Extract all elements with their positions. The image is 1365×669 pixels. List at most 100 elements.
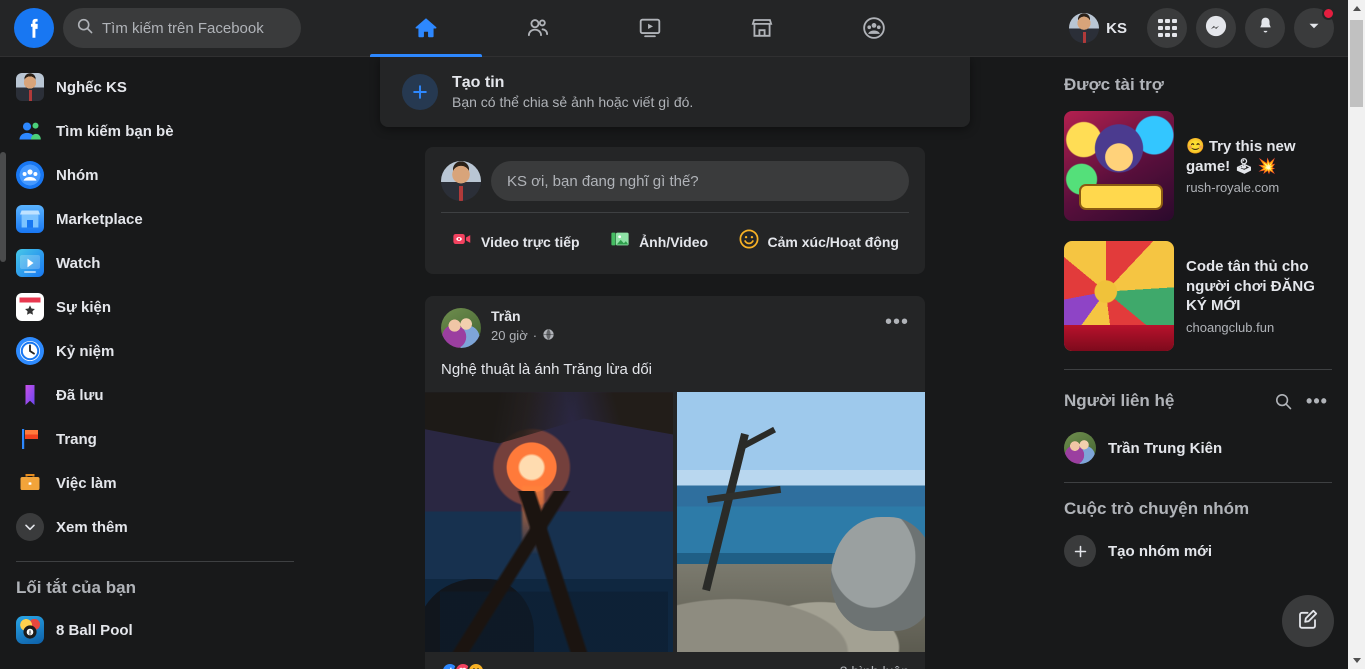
- ad-rush-royale-icon: [1064, 111, 1174, 221]
- photo-driftwood-coast-icon[interactable]: [677, 392, 925, 653]
- sidebar-item-pages[interactable]: Trang: [8, 417, 302, 461]
- sidebar-item-label: Xem thêm: [56, 518, 128, 536]
- primary-nav: [370, 0, 1066, 57]
- live-video-label: Video trực tiếp: [481, 233, 580, 250]
- account-menu-button[interactable]: [1294, 7, 1335, 48]
- contacts-actions: •••: [1268, 386, 1332, 416]
- create-story-subtitle: Bạn có thể chia sẻ ảnh hoặc viết gì đó.: [452, 93, 694, 110]
- sidebar-item-events[interactable]: Sự kiện: [8, 285, 302, 329]
- post-author-avatar[interactable]: [441, 308, 481, 348]
- sidebar-item-see-more[interactable]: Xem thêm: [8, 505, 302, 549]
- friends-icon: [525, 15, 551, 41]
- photo-video-label: Ảnh/Video: [639, 233, 709, 250]
- nav-tab-marketplace[interactable]: [706, 0, 818, 57]
- scrollbar-thumb[interactable]: [1350, 20, 1363, 107]
- more-options-icon[interactable]: •••: [1302, 386, 1332, 416]
- messenger-icon: [1205, 15, 1227, 42]
- sidebar-item-label: Nghếc KS: [56, 78, 127, 96]
- nav-tab-friends[interactable]: [482, 0, 594, 57]
- sidebar-item-memories[interactable]: Kỷ niệm: [8, 329, 302, 373]
- photo-moonrise-ocean-icon[interactable]: [425, 392, 673, 653]
- apps-menu-button[interactable]: [1147, 8, 1187, 48]
- search-placeholder: Tìm kiếm trên Facebook: [102, 19, 264, 37]
- globe-icon: [542, 328, 555, 344]
- composer-input[interactable]: KS ơi, bạn đang nghĩ gì thế?: [491, 161, 909, 201]
- scroll-down-arrow-icon[interactable]: [1348, 652, 1365, 669]
- feeling-activity-label: Cảm xúc/Hoạt động: [767, 233, 899, 250]
- post-meta: 20 giờ ·: [491, 328, 555, 344]
- right-sidebar-divider-2: [1064, 482, 1332, 483]
- left-sidebar: Nghếc KS Tìm kiếm bạn bè Nhóm Marketplac…: [0, 57, 310, 669]
- nav-tab-watch[interactable]: [594, 0, 706, 57]
- browser-scrollbar[interactable]: [1348, 0, 1365, 669]
- sidebar-divider: [16, 561, 294, 562]
- ad-title: Code tân thủ cho người chơi ĐĂNG KÝ MỚI: [1186, 258, 1315, 315]
- sponsored-heading-row: Được tài trợ: [1056, 69, 1340, 103]
- user-avatar-icon[interactable]: [441, 161, 481, 201]
- sidebar-item-groups[interactable]: Nhóm: [8, 153, 302, 197]
- sidebar-item-label: Đã lưu: [56, 386, 104, 404]
- groups-icon: [861, 15, 887, 41]
- sidebar-item-jobs[interactable]: Việc làm: [8, 461, 302, 505]
- plus-icon: [402, 74, 438, 110]
- group-chat-heading: Cuộc trò chuyện nhóm: [1064, 499, 1250, 518]
- composer-placeholder: KS ơi, bạn đang nghĩ gì thế?: [507, 172, 699, 190]
- user-avatar-icon: [16, 73, 44, 101]
- ad-body: Code tân thủ cho người chơi ĐĂNG KÝ MỚI …: [1186, 241, 1332, 351]
- post-header: Trần 20 giờ · •••: [425, 296, 925, 348]
- sidebar-scrollbar[interactable]: [0, 152, 6, 262]
- bell-icon: [1255, 15, 1276, 41]
- plus-icon: [1064, 535, 1096, 567]
- feeling-activity-button[interactable]: Cảm xúc/Hoạt động: [730, 221, 907, 262]
- post-author-name[interactable]: Trần: [491, 308, 555, 326]
- reaction-summary[interactable]: [441, 662, 485, 669]
- comments-count[interactable]: 3 bình luận: [840, 663, 909, 669]
- create-group-button[interactable]: Tạo nhóm mới: [1056, 527, 1340, 575]
- notifications-button[interactable]: [1245, 8, 1285, 48]
- profile-name: KS: [1106, 19, 1127, 37]
- profile-button[interactable]: KS: [1066, 10, 1138, 46]
- create-group-label: Tạo nhóm mới: [1108, 542, 1212, 560]
- groups-icon: [16, 161, 44, 189]
- contact-list-item[interactable]: Trần Trung Kiên: [1056, 424, 1340, 472]
- search-input[interactable]: Tìm kiếm trên Facebook: [63, 8, 301, 48]
- sidebar-item-marketplace[interactable]: Marketplace: [8, 197, 302, 241]
- ad-url: choangclub.fun: [1186, 319, 1275, 335]
- chevron-down-icon: [1305, 17, 1323, 40]
- live-video-button[interactable]: Video trực tiếp: [443, 221, 588, 262]
- new-message-button[interactable]: [1282, 595, 1334, 647]
- messenger-button[interactable]: [1196, 8, 1236, 48]
- sidebar-item-find-friends[interactable]: Tìm kiếm bạn bè: [8, 109, 302, 153]
- svg-text:8: 8: [29, 630, 32, 636]
- chevron-down-icon: [16, 513, 44, 541]
- notification-badge: [1322, 7, 1335, 20]
- sidebar-item-label: Việc làm: [56, 474, 117, 492]
- header-right-group: KS: [1066, 7, 1348, 48]
- sidebar-item-label: Tìm kiếm bạn bè: [56, 122, 174, 140]
- nav-tab-groups[interactable]: [818, 0, 930, 57]
- sidebar-item-profile[interactable]: Nghếc KS: [8, 65, 302, 109]
- photo-video-button[interactable]: Ảnh/Video: [601, 221, 716, 262]
- sidebar-item-label: Watch: [56, 254, 101, 272]
- more-options-icon[interactable]: •••: [881, 306, 913, 338]
- search-icon[interactable]: [1268, 386, 1298, 416]
- scroll-up-arrow-icon[interactable]: [1348, 0, 1365, 17]
- photo-video-icon: [609, 228, 631, 255]
- sidebar-item-label: Trang: [56, 430, 97, 448]
- facebook-logo-icon[interactable]: [14, 8, 54, 48]
- sidebar-item-saved[interactable]: Đã lưu: [8, 373, 302, 417]
- compose-pencil-icon: [1296, 607, 1320, 636]
- post-timestamp: 20 giờ: [491, 328, 528, 343]
- sidebar-item-watch[interactable]: Watch: [8, 241, 302, 285]
- ad-choangclub-icon: [1064, 241, 1174, 351]
- right-sidebar-divider: [1064, 369, 1332, 370]
- contacts-heading: Người liên hệ: [1064, 391, 1175, 410]
- top-header: Tìm kiếm trên Facebook KS: [0, 0, 1348, 57]
- sidebar-shortcut-8-ball-pool[interactable]: 8 8 Ball Pool: [8, 608, 302, 652]
- ad-url: rush-royale.com: [1186, 180, 1280, 195]
- sponsored-ad-2[interactable]: Code tân thủ cho người chơi ĐĂNG KÝ MỚI …: [1056, 233, 1340, 359]
- sponsored-ad-1[interactable]: 😊 Try this new game! 🕹 💥 rush-royale.com: [1056, 103, 1340, 229]
- nav-tab-home[interactable]: [370, 0, 482, 57]
- post-meta-separator: ·: [532, 328, 538, 343]
- create-story-tooltip[interactable]: Tạo tin Bạn có thể chia sẻ ảnh hoặc viết…: [380, 57, 970, 127]
